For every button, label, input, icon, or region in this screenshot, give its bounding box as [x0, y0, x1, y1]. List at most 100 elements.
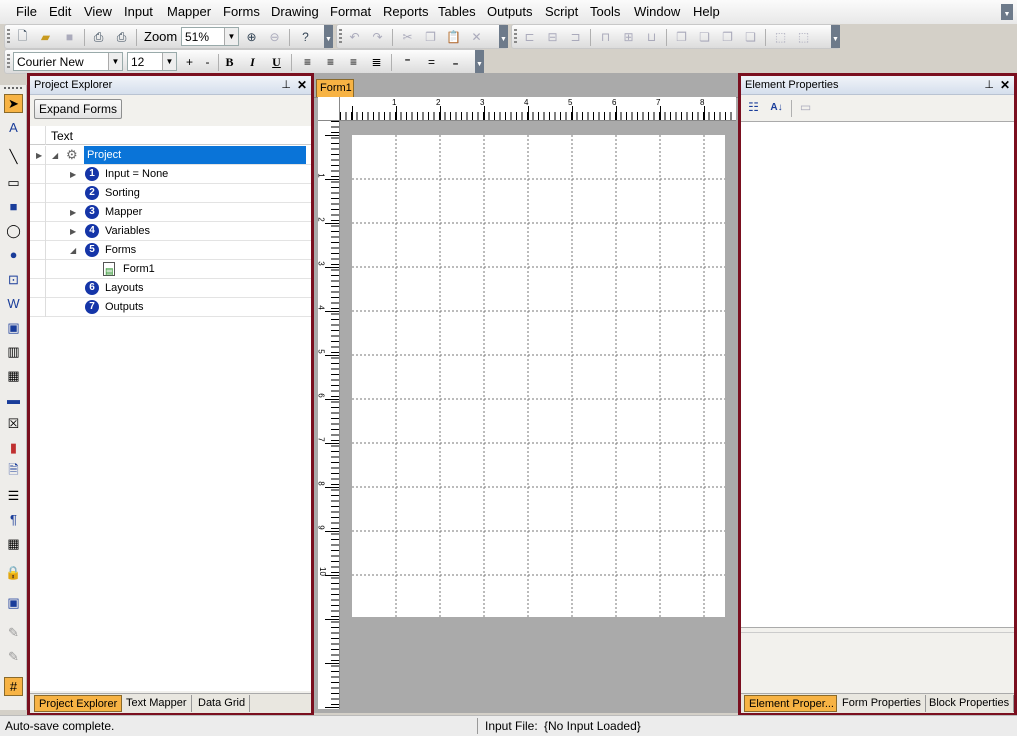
print-icon[interactable]: ⎙: [112, 28, 131, 46]
tree-row-form1[interactable]: ▤ Form1: [30, 260, 311, 279]
new-icon[interactable]: 🗋: [13, 28, 32, 46]
tab-data-grid[interactable]: Data Grid: [194, 695, 251, 712]
close-icon[interactable]: ✕: [297, 78, 307, 92]
tree-row-mapper[interactable]: ▶ 3 Mapper: [30, 203, 311, 222]
text-tool-icon[interactable]: A: [4, 118, 23, 137]
ungroup-icon[interactable]: ⬚: [794, 28, 813, 46]
edit-tool-icon[interactable]: ✎: [4, 647, 23, 666]
rectangle-tool-icon[interactable]: ▭: [4, 173, 23, 192]
document-tool-icon[interactable]: 🗎: [4, 462, 23, 481]
menu-overflow-icon[interactable]: ▼: [1001, 4, 1013, 20]
expand-icon[interactable]: ▶: [70, 208, 76, 217]
chevron-down-icon[interactable]: ▼: [108, 53, 122, 70]
chart-tool-icon[interactable]: ▮: [4, 438, 23, 457]
send-backward-icon[interactable]: ❏: [741, 28, 760, 46]
tab-text-mapper[interactable]: Text Mapper: [122, 695, 192, 712]
menu-window[interactable]: Window: [634, 4, 680, 19]
text-justify-icon[interactable]: ≣: [367, 53, 386, 71]
collapse-icon[interactable]: ◢: [70, 246, 76, 255]
menu-format[interactable]: Format: [330, 4, 371, 19]
text-box-icon[interactable]: ⊡: [4, 270, 23, 289]
tab-form1[interactable]: Form1: [316, 79, 354, 97]
align-center-icon[interactable]: ⊟: [543, 28, 562, 46]
chevron-down-icon[interactable]: ▼: [162, 53, 176, 70]
tree-row-project[interactable]: ▶ ◢ ⚙ Project: [30, 146, 311, 165]
sort-alphabetical-icon[interactable]: A↓: [767, 98, 786, 116]
group-icon[interactable]: ⬚: [771, 28, 790, 46]
draw-tool-icon[interactable]: ✎: [4, 623, 23, 642]
text-align-center-icon[interactable]: ≡: [321, 53, 340, 71]
menu-edit[interactable]: Edit: [49, 4, 71, 19]
column-header-text[interactable]: Text: [51, 129, 73, 143]
filled-rectangle-icon[interactable]: ■: [4, 197, 23, 216]
font-family-combo[interactable]: Courier New ▼: [13, 52, 123, 71]
delete-icon[interactable]: ✕: [467, 28, 486, 46]
image-tool-icon[interactable]: ▣: [4, 318, 23, 337]
menu-input[interactable]: Input: [124, 4, 153, 19]
word-field-icon[interactable]: W: [4, 294, 23, 313]
grow-font-button[interactable]: +: [180, 53, 199, 71]
toolbar-grip[interactable]: [7, 29, 10, 45]
paste-icon[interactable]: 📋: [444, 28, 463, 46]
checkbox-tool-icon[interactable]: ☒: [4, 414, 23, 433]
ellipse-tool-icon[interactable]: ◯: [4, 221, 23, 240]
table-tool-icon[interactable]: ▦: [4, 534, 23, 553]
tree-row-forms[interactable]: ◢ 5 Forms: [30, 241, 311, 260]
send-back-icon[interactable]: ❏: [695, 28, 714, 46]
tree-row-outputs[interactable]: 7 Outputs: [30, 298, 311, 317]
menu-script[interactable]: Script: [545, 4, 578, 19]
zoom-combo[interactable]: 51% ▼: [181, 27, 239, 46]
save-icon[interactable]: ■: [60, 28, 79, 46]
undo-icon[interactable]: ↶: [345, 28, 364, 46]
toolbar-grip[interactable]: [339, 29, 342, 45]
form-canvas[interactable]: [352, 135, 725, 617]
redo-icon[interactable]: ↷: [368, 28, 387, 46]
menu-help[interactable]: Help: [693, 4, 720, 19]
tree-row-layouts[interactable]: 6 Layouts: [30, 279, 311, 298]
filled-ellipse-icon[interactable]: ●: [4, 245, 23, 264]
align-middle-icon[interactable]: ⊞: [619, 28, 638, 46]
cut-icon[interactable]: ✂: [398, 28, 417, 46]
font-size-combo[interactable]: 12 ▼: [127, 52, 177, 71]
zoom-in-icon[interactable]: ⊕: [242, 28, 261, 46]
menu-forms[interactable]: Forms: [223, 4, 260, 19]
tab-project-explorer[interactable]: Project Explorer: [34, 695, 123, 712]
tab-element-properties[interactable]: Element Proper...: [744, 695, 837, 712]
italic-button[interactable]: I: [243, 53, 262, 71]
line-tool-icon[interactable]: ╲: [4, 147, 23, 166]
open-folder-icon[interactable]: ▰: [36, 28, 55, 46]
categorized-icon[interactable]: ☷: [744, 98, 763, 116]
pointer-icon[interactable]: ➤: [4, 94, 23, 113]
menu-tools[interactable]: Tools: [590, 4, 620, 19]
bold-button[interactable]: B: [220, 53, 239, 71]
toolbar-grip[interactable]: [514, 29, 517, 45]
picture-tool-icon[interactable]: ▣: [4, 593, 23, 612]
tree-row-input[interactable]: ▶ 1 Input = None: [30, 165, 311, 184]
tree-row-variables[interactable]: ▶ 4 Variables: [30, 222, 311, 241]
menu-file[interactable]: File: [16, 4, 37, 19]
print-preview-icon[interactable]: ⎙: [89, 28, 108, 46]
align-bottom-icon[interactable]: ⊔: [642, 28, 661, 46]
expand-forms-button[interactable]: Expand Forms: [34, 99, 123, 119]
copy-icon[interactable]: ❐: [421, 28, 440, 46]
menu-mapper[interactable]: Mapper: [167, 4, 211, 19]
bring-forward-icon[interactable]: ❐: [718, 28, 737, 46]
toolbar-overflow-icon[interactable]: ▼: [831, 25, 840, 48]
barcode-icon[interactable]: ▥: [4, 342, 23, 361]
paragraph-tool-icon[interactable]: ¶: [4, 510, 23, 529]
menu-drawing[interactable]: Drawing: [271, 4, 319, 19]
grid-toggle-icon[interactable]: #: [4, 677, 23, 696]
lock-tool-icon[interactable]: 🔒: [4, 563, 23, 582]
collapse-icon[interactable]: ◢: [52, 151, 58, 160]
menu-outputs[interactable]: Outputs: [487, 4, 533, 19]
toolbar-grip[interactable]: [7, 54, 10, 70]
pin-icon[interactable]: ⊥: [281, 78, 291, 91]
valign-top-icon[interactable]: ⁼: [398, 53, 417, 71]
help-icon[interactable]: ?: [296, 28, 315, 46]
menu-reports[interactable]: Reports: [383, 4, 429, 19]
chevron-down-icon[interactable]: ▼: [224, 28, 238, 45]
shrink-font-button[interactable]: -: [198, 53, 217, 71]
pin-icon[interactable]: ⊥: [984, 78, 994, 91]
menu-view[interactable]: View: [84, 4, 112, 19]
text-align-right-icon[interactable]: ≡: [344, 53, 363, 71]
